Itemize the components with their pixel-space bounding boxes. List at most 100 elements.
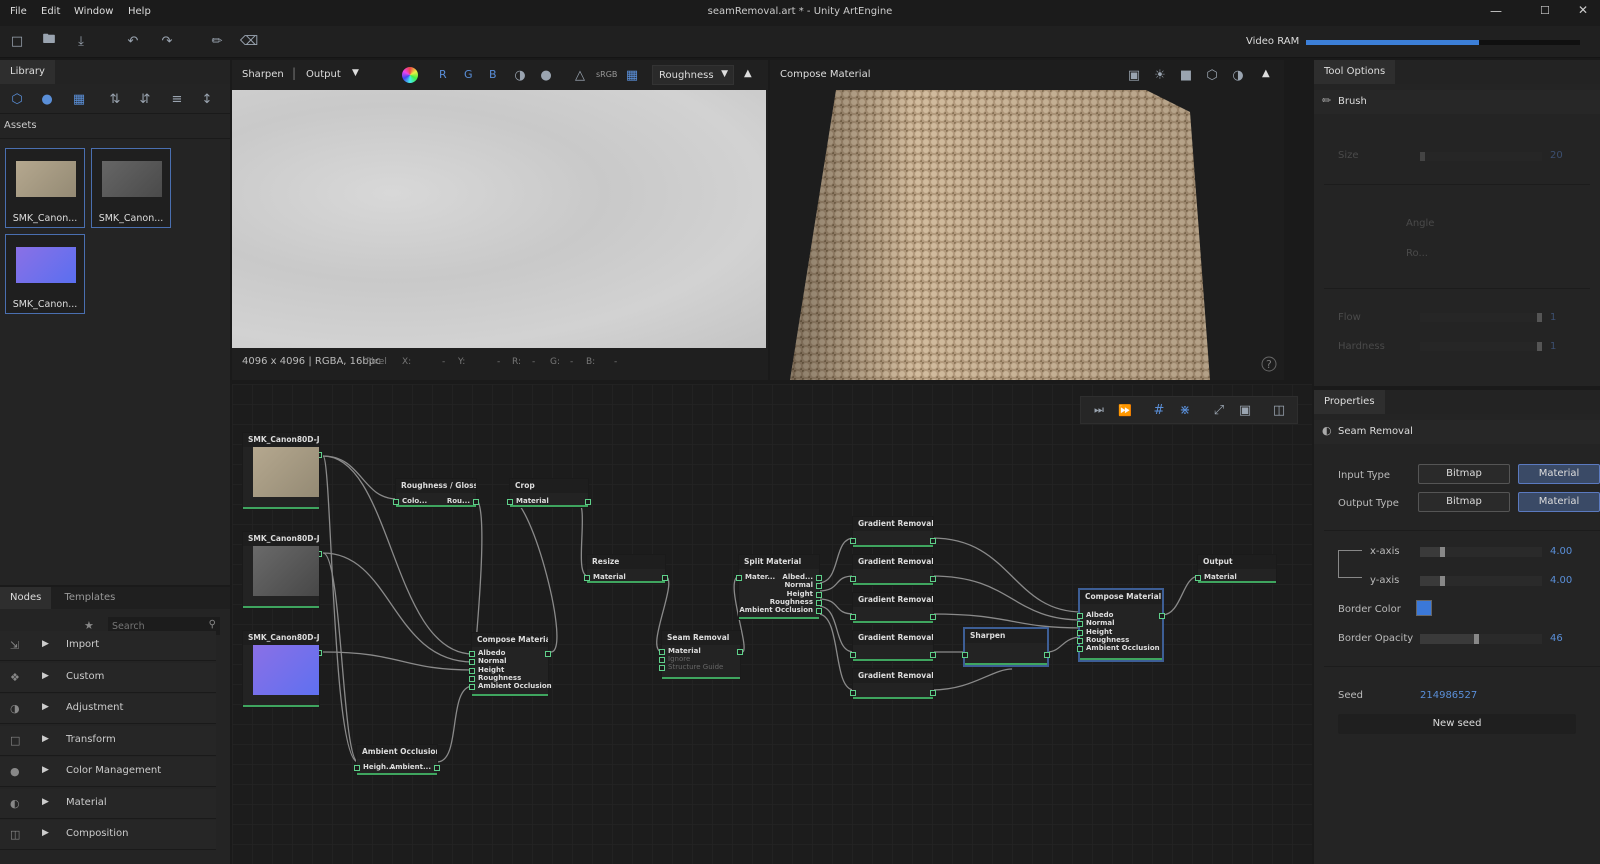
image-node-3[interactable]: SMK_Canon80D-JPEG — [242, 630, 322, 708]
gradient-removal-node-2[interactable]: Gradient Removal — [850, 554, 936, 586]
border-opacity-slider[interactable] — [1420, 634, 1542, 644]
menu-help[interactable]: Help — [128, 6, 151, 17]
expand-arrow-icon[interactable]: ▶ — [42, 702, 49, 712]
tab-library[interactable]: Library — [0, 60, 55, 84]
flow-slider[interactable] — [1420, 313, 1542, 322]
output-port[interactable] — [930, 576, 936, 582]
node-category-composition[interactable]: ◫ ▶ Composition — [0, 820, 216, 850]
y-axis-slider[interactable] — [1420, 576, 1542, 586]
input-port[interactable] — [1077, 621, 1083, 628]
channel-r-toggle[interactable]: R — [439, 68, 447, 81]
compose-material-node-1[interactable]: Compose Material Albedo Normal Height Roughn… — [469, 632, 552, 697]
expand-arrow-icon[interactable]: ▶ — [42, 765, 49, 775]
help-icon[interactable]: ? — [1266, 358, 1272, 371]
output-port[interactable] — [930, 614, 936, 620]
channel-dropdown[interactable]: Roughness ▼ — [652, 65, 734, 85]
output-material-button[interactable]: Material — [1518, 492, 1600, 512]
environment-image-icon[interactable]: ▣ — [1126, 67, 1142, 83]
output-port[interactable] — [816, 583, 822, 590]
axis-link-icon[interactable] — [1338, 550, 1362, 578]
output-bitmap-button[interactable]: Bitmap — [1418, 492, 1510, 512]
expand-arrow-icon[interactable]: ▶ — [42, 797, 49, 807]
tab-tool-options[interactable]: Tool Options — [1314, 60, 1396, 84]
input-port[interactable] — [850, 576, 856, 582]
gradient-removal-node-5[interactable]: Gradient Removal — [850, 668, 936, 700]
expand-arrow-icon[interactable]: ▶ — [42, 734, 49, 744]
input-port[interactable] — [469, 659, 475, 666]
asset-tile-1[interactable]: SMK_Canon... — [5, 148, 85, 228]
output-port[interactable] — [1159, 613, 1165, 619]
eraser-icon[interactable]: ⌫ — [240, 32, 258, 50]
redo-icon[interactable]: ↷ — [158, 32, 176, 50]
input-port[interactable] — [850, 538, 856, 544]
node-category-adjustment[interactable]: ◑ ▶ Adjustment — [0, 694, 216, 724]
brush-icon[interactable]: ✏ — [208, 32, 226, 50]
node-category-material[interactable]: ◐ ▶ Material — [0, 788, 216, 819]
output-port[interactable] — [930, 690, 936, 696]
ambient-occlusion-node[interactable]: Ambient Occlusion...Heigh...Ambient... — [354, 744, 440, 776]
input-port[interactable] — [659, 665, 665, 671]
new-project-icon[interactable]: □ — [8, 32, 26, 50]
input-port[interactable] — [659, 657, 665, 663]
material-sphere-icon[interactable]: ◑ — [1230, 67, 1246, 83]
output-port[interactable] — [816, 608, 822, 615]
hardness-slider[interactable] — [1420, 342, 1542, 351]
light-icon[interactable]: ☀ — [1152, 67, 1168, 83]
grid-filter-icon[interactable]: ▦ — [70, 90, 88, 108]
sharpen-node[interactable]: Sharpen — [962, 627, 1050, 667]
input-port[interactable] — [1077, 637, 1083, 644]
histogram-icon[interactable]: △ — [572, 67, 588, 83]
alpha-icon[interactable]: ◑ — [512, 67, 528, 83]
output-port[interactable] — [545, 651, 551, 657]
image-node-2[interactable]: SMK_Canon80D-JPEG — [242, 531, 322, 609]
output-port[interactable] — [816, 599, 822, 606]
gradient-removal-node-3[interactable]: Gradient Removal — [850, 592, 936, 624]
output-port[interactable] — [1044, 652, 1050, 658]
output-port[interactable] — [816, 591, 822, 598]
gradient-removal-node-4[interactable]: Gradient Removal — [850, 630, 936, 662]
input-port[interactable] — [736, 575, 742, 581]
sphere-filter-icon[interactable]: ● — [38, 90, 56, 108]
image-node-1[interactable]: SMK_Canon80D-JPEG — [242, 432, 322, 510]
camera-icon[interactable]: ■ — [1178, 67, 1194, 83]
viewer-2d-image[interactable] — [232, 90, 766, 348]
input-port[interactable] — [850, 690, 856, 696]
split-material-node[interactable]: Split Material Mater... Albed... Normal Heig… — [736, 554, 822, 620]
minimize-icon[interactable]: — — [1490, 4, 1502, 18]
node-category-color-management[interactable]: ● ▶ Color Management — [0, 757, 216, 787]
input-port[interactable] — [659, 649, 665, 655]
save-icon[interactable]: ⤓ — [72, 32, 90, 50]
x-axis-slider[interactable] — [1420, 547, 1542, 557]
roughness-gloss-node[interactable]: Roughness / Gloss... Colo... Rou... — [393, 478, 479, 508]
output-port[interactable] — [930, 538, 936, 544]
input-port[interactable] — [469, 651, 475, 657]
shading-icon[interactable]: ● — [538, 67, 554, 83]
compose-material-node-2[interactable]: Compose Material Albedo Normal Height Roughn… — [1077, 588, 1165, 662]
menu-window[interactable]: Window — [74, 6, 113, 17]
output-port[interactable] — [930, 652, 936, 658]
input-material-button[interactable]: Material — [1518, 464, 1600, 484]
crop-node[interactable]: Crop Material — [507, 478, 591, 508]
gradient-removal-node-1[interactable]: Gradient Removal — [850, 516, 936, 548]
input-port[interactable] — [469, 684, 475, 691]
input-port[interactable] — [354, 765, 360, 771]
sort-date-icon[interactable]: ≡ — [168, 90, 186, 108]
seam-removal-node[interactable]: Seam Removal Material Ignore Structure Guid… — [659, 630, 743, 680]
node-graph[interactable]: ⏭ ⏩ # ⋇ ⤢ ▣ ◫ SMK_Canon80D-JPEGSMK_Canon… — [232, 384, 1312, 864]
channel-g-toggle[interactable]: G — [464, 68, 473, 81]
color-wheel-icon[interactable] — [402, 67, 418, 83]
collapse-up-icon[interactable]: ▲ — [1262, 68, 1270, 79]
node-category-transform[interactable]: □ ▶ Transform — [0, 725, 216, 756]
output-port[interactable] — [816, 575, 822, 581]
open-folder-icon[interactable]: 🖿 — [40, 32, 58, 50]
input-port[interactable] — [850, 652, 856, 658]
input-port[interactable] — [1077, 629, 1083, 636]
menu-file[interactable]: File — [10, 6, 27, 17]
sort-az-icon[interactable]: ⇅ — [106, 90, 124, 108]
tab-nodes[interactable]: Nodes — [0, 587, 52, 609]
mesh-cube-icon[interactable]: ⬡ — [1204, 67, 1220, 83]
output-select[interactable]: Output — [306, 69, 341, 80]
node-category-import[interactable]: ⇲ ▶ Import — [0, 631, 216, 661]
input-port[interactable] — [850, 614, 856, 620]
tab-templates[interactable]: Templates — [55, 587, 126, 609]
